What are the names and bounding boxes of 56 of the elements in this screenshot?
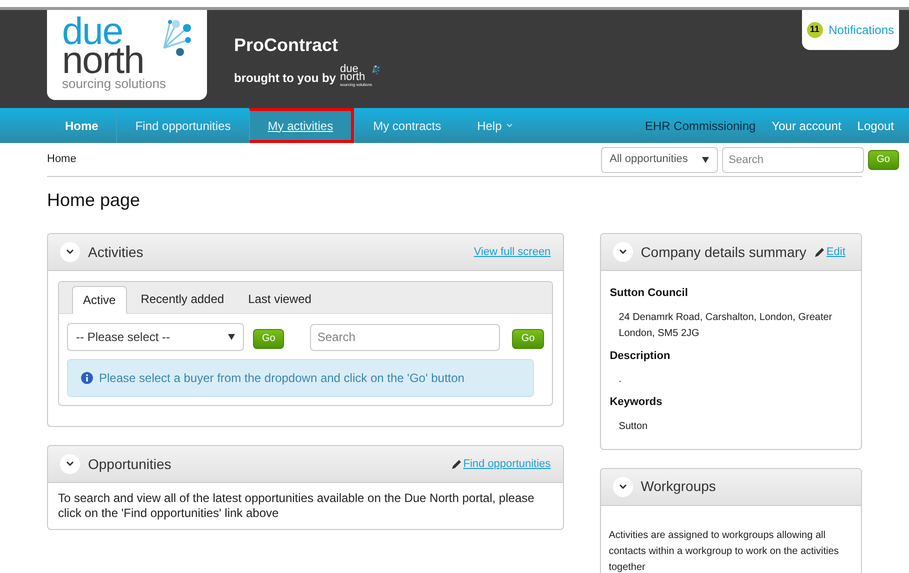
logo-text: due [340, 65, 358, 73]
view-full-screen-link[interactable]: View full screen [474, 244, 551, 260]
notifications-tab[interactable]: 11 Notifications [802, 10, 899, 50]
pencil-icon [814, 246, 826, 258]
nav-link[interactable]: Your account [772, 116, 842, 134]
tab[interactable]: Last viewed [238, 285, 322, 313]
panel-title: Opportunities [88, 454, 172, 474]
nav-link[interactable]: EHR Commissioning [644, 116, 756, 134]
logo-text: north [340, 73, 366, 82]
nav-link[interactable]: Help [459, 108, 531, 143]
collapse-icon[interactable] [60, 454, 80, 474]
dots-icon [162, 18, 192, 58]
collapse-icon[interactable] [612, 476, 633, 496]
brought-by-text: brought to you by [234, 70, 336, 87]
scope-select[interactable]: All opportunities [600, 146, 718, 172]
go-button[interactable]: Go [253, 328, 284, 348]
dropdown-arrow-icon [228, 334, 235, 340]
panel-title: Workgroups [640, 477, 716, 496]
edit-link[interactable]: Edit [826, 244, 846, 260]
panel-title: Activities [88, 242, 144, 262]
section-heading: Sutton Council [610, 286, 689, 301]
info-icon [81, 372, 93, 384]
find-opportunities-link[interactable]: Find opportunities [463, 456, 551, 472]
nav-link[interactable]: Home [47, 108, 116, 143]
search-field[interactable]: Search [310, 324, 500, 350]
logo-tagline: sourcing solutions [62, 76, 166, 92]
nav-link[interactable]: Logout [857, 116, 894, 134]
section-heading: Description [610, 348, 672, 364]
section-text: . [618, 373, 622, 387]
dropdown-arrow-icon [702, 156, 709, 162]
tab[interactable]: Active [72, 286, 127, 314]
app-title: ProContract [234, 34, 340, 57]
section-text: 24 Denamrk Road, Carshalton, London, Greater London, SM5 2JG [618, 310, 834, 340]
logo-text: north [62, 46, 144, 76]
search-field[interactable]: Search [722, 146, 864, 172]
buyer-select[interactable]: -- Please select -- [67, 323, 244, 351]
logo-text: due [62, 18, 123, 46]
panel-title: Company details summary Edit [640, 242, 846, 262]
go-button[interactable]: Go [512, 328, 544, 348]
nav-link[interactable]: My contracts [354, 108, 460, 143]
go-button[interactable]: Go [868, 150, 899, 170]
notifications-link[interactable]: Notifications [828, 21, 894, 39]
section-heading: Keywords [610, 395, 664, 410]
collapse-icon[interactable] [60, 242, 80, 262]
tab[interactable]: Recently added [130, 285, 234, 313]
breadcrumb[interactable]: Home [47, 151, 76, 168]
pencil-icon [451, 458, 464, 470]
dots-icon [372, 65, 380, 75]
info-text: Please select a buyer from the dropdown and click on the 'Go' button [99, 370, 464, 387]
nav-link[interactable]: My activities [248, 108, 354, 143]
opportunities-text: To search and view all of the latest opportunities available on the Due North portal, please click on the 'Find opportunities' link above [58, 491, 536, 521]
notification-count: 11 [806, 22, 823, 38]
section-text: Sutton [618, 420, 649, 434]
workgroups-text: Activities are assigned to workgroups allowing all contacts within a workgroup to work on the activities together [608, 528, 840, 573]
page-title: Home page [47, 189, 142, 212]
collapse-icon[interactable] [612, 242, 633, 262]
